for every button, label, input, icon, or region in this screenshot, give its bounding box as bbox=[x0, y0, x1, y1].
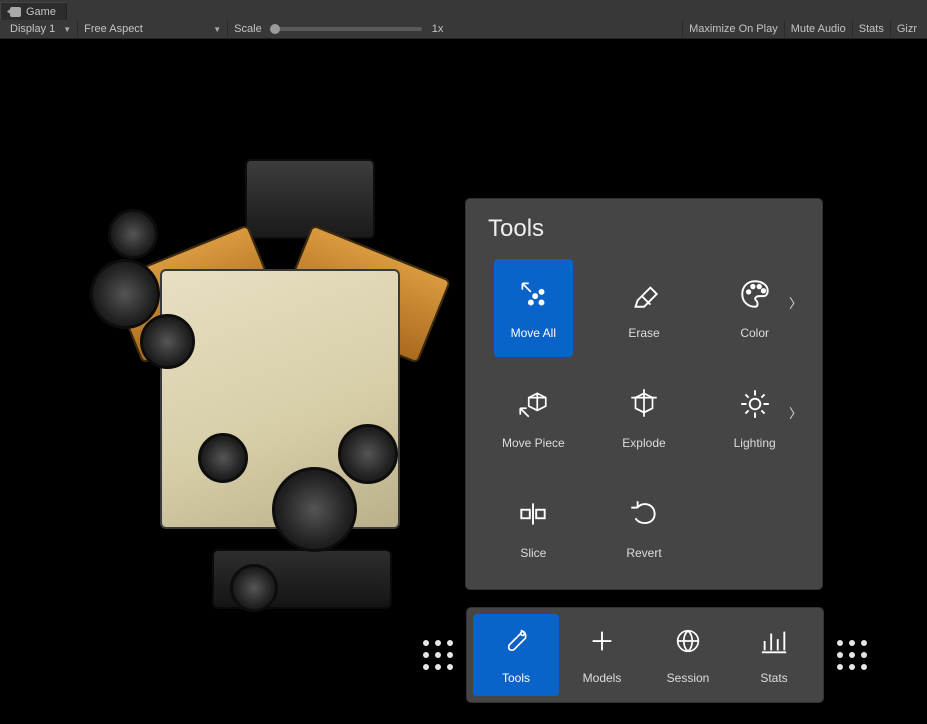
display-dropdown-label: Display 1 bbox=[10, 23, 55, 35]
nav-item-session[interactable]: Session bbox=[645, 614, 731, 696]
plus-icon bbox=[587, 626, 617, 661]
slice-icon bbox=[516, 497, 550, 536]
main-nav-bar: Tools Models Session bbox=[467, 608, 823, 702]
game-view-control-bar: Display 1 ▼ Free Aspect ▼ Scale 1x Maxim… bbox=[0, 20, 927, 39]
tools-grid: Move All Erase bbox=[466, 253, 822, 593]
nav-item-stats[interactable]: Stats bbox=[731, 614, 817, 696]
explode-icon bbox=[627, 387, 661, 426]
nav-item-models[interactable]: Models bbox=[559, 614, 645, 696]
tool-label: Lighting bbox=[734, 436, 776, 450]
engine-pulley bbox=[272, 467, 357, 552]
move-all-icon bbox=[516, 277, 550, 316]
engine-model[interactable] bbox=[80, 149, 480, 579]
tool-label: Move Piece bbox=[502, 436, 565, 450]
tab-game[interactable]: Game bbox=[0, 2, 67, 20]
scale-slider[interactable] bbox=[272, 27, 422, 31]
tab-label: Game bbox=[26, 6, 56, 18]
chevron-right-icon: 〉 bbox=[789, 403, 802, 422]
chevron-down-icon: ▼ bbox=[213, 25, 221, 34]
display-dropdown[interactable]: Display 1 ▼ bbox=[4, 20, 78, 38]
stats-label: Stats bbox=[859, 23, 884, 35]
chevron-right-icon: 〉 bbox=[789, 293, 802, 312]
game-controller-icon bbox=[7, 7, 21, 17]
tool-lighting[interactable]: Lighting 〉 bbox=[705, 363, 804, 473]
gizmos-label: Gizr bbox=[897, 23, 917, 35]
nav-label: Session bbox=[667, 671, 710, 685]
engine-pulley bbox=[198, 433, 248, 483]
maximize-on-play-toggle[interactable]: Maximize On Play bbox=[682, 20, 784, 38]
tool-move-piece[interactable]: Move Piece bbox=[484, 363, 583, 473]
tool-label: Move All bbox=[511, 326, 556, 340]
game-viewport[interactable]: Tools Move All bbox=[0, 39, 927, 724]
engine-pulley bbox=[230, 564, 278, 612]
slider-knob[interactable] bbox=[270, 24, 280, 34]
drag-handle-right[interactable] bbox=[837, 640, 867, 670]
scale-control: Scale 1x bbox=[228, 20, 449, 38]
tool-revert[interactable]: Revert bbox=[595, 473, 694, 583]
tool-move-all[interactable]: Move All bbox=[494, 259, 573, 357]
tool-erase[interactable]: Erase bbox=[595, 253, 694, 363]
engine-pulley bbox=[140, 314, 195, 369]
tool-label: Explode bbox=[622, 436, 665, 450]
nav-label: Stats bbox=[760, 671, 787, 685]
stats-toggle[interactable]: Stats bbox=[852, 20, 890, 38]
aspect-dropdown-label: Free Aspect bbox=[84, 23, 143, 35]
nav-bar-wrap: Tools Models Session bbox=[430, 601, 860, 709]
scale-value: 1x bbox=[432, 23, 444, 35]
tool-label: Color bbox=[740, 326, 769, 340]
revert-icon bbox=[627, 497, 661, 536]
tool-slice[interactable]: Slice bbox=[484, 473, 583, 583]
scale-label: Scale bbox=[234, 23, 262, 35]
tool-color[interactable]: Color 〉 bbox=[705, 253, 804, 363]
mute-audio-toggle[interactable]: Mute Audio bbox=[784, 20, 852, 38]
tool-label: Slice bbox=[520, 546, 546, 560]
tools-panel-title: Tools bbox=[466, 199, 822, 253]
engine-pulley bbox=[90, 259, 160, 329]
mute-label: Mute Audio bbox=[791, 23, 846, 35]
lighting-icon bbox=[738, 387, 772, 426]
engine-pulley bbox=[338, 424, 398, 484]
nav-label: Models bbox=[583, 671, 622, 685]
globe-icon bbox=[673, 626, 703, 661]
nav-item-tools[interactable]: Tools bbox=[473, 614, 559, 696]
aspect-dropdown[interactable]: Free Aspect ▼ bbox=[78, 20, 228, 38]
tool-label: Revert bbox=[626, 546, 661, 560]
chevron-down-icon: ▼ bbox=[63, 25, 71, 34]
move-piece-icon bbox=[516, 387, 550, 426]
nav-label: Tools bbox=[502, 671, 530, 685]
palette-icon bbox=[738, 277, 772, 316]
tools-panel: Tools Move All bbox=[466, 199, 822, 589]
tool-label: Erase bbox=[628, 326, 659, 340]
bar-chart-icon bbox=[759, 626, 789, 661]
engine-pulley bbox=[108, 209, 158, 259]
maximize-label: Maximize On Play bbox=[689, 23, 778, 35]
tool-explode[interactable]: Explode bbox=[595, 363, 694, 473]
window-tab-bar: Game bbox=[0, 0, 927, 20]
gizmos-dropdown[interactable]: Gizr bbox=[890, 20, 923, 38]
wrench-icon bbox=[501, 626, 531, 661]
erase-icon bbox=[627, 277, 661, 316]
drag-handle-left[interactable] bbox=[423, 640, 453, 670]
